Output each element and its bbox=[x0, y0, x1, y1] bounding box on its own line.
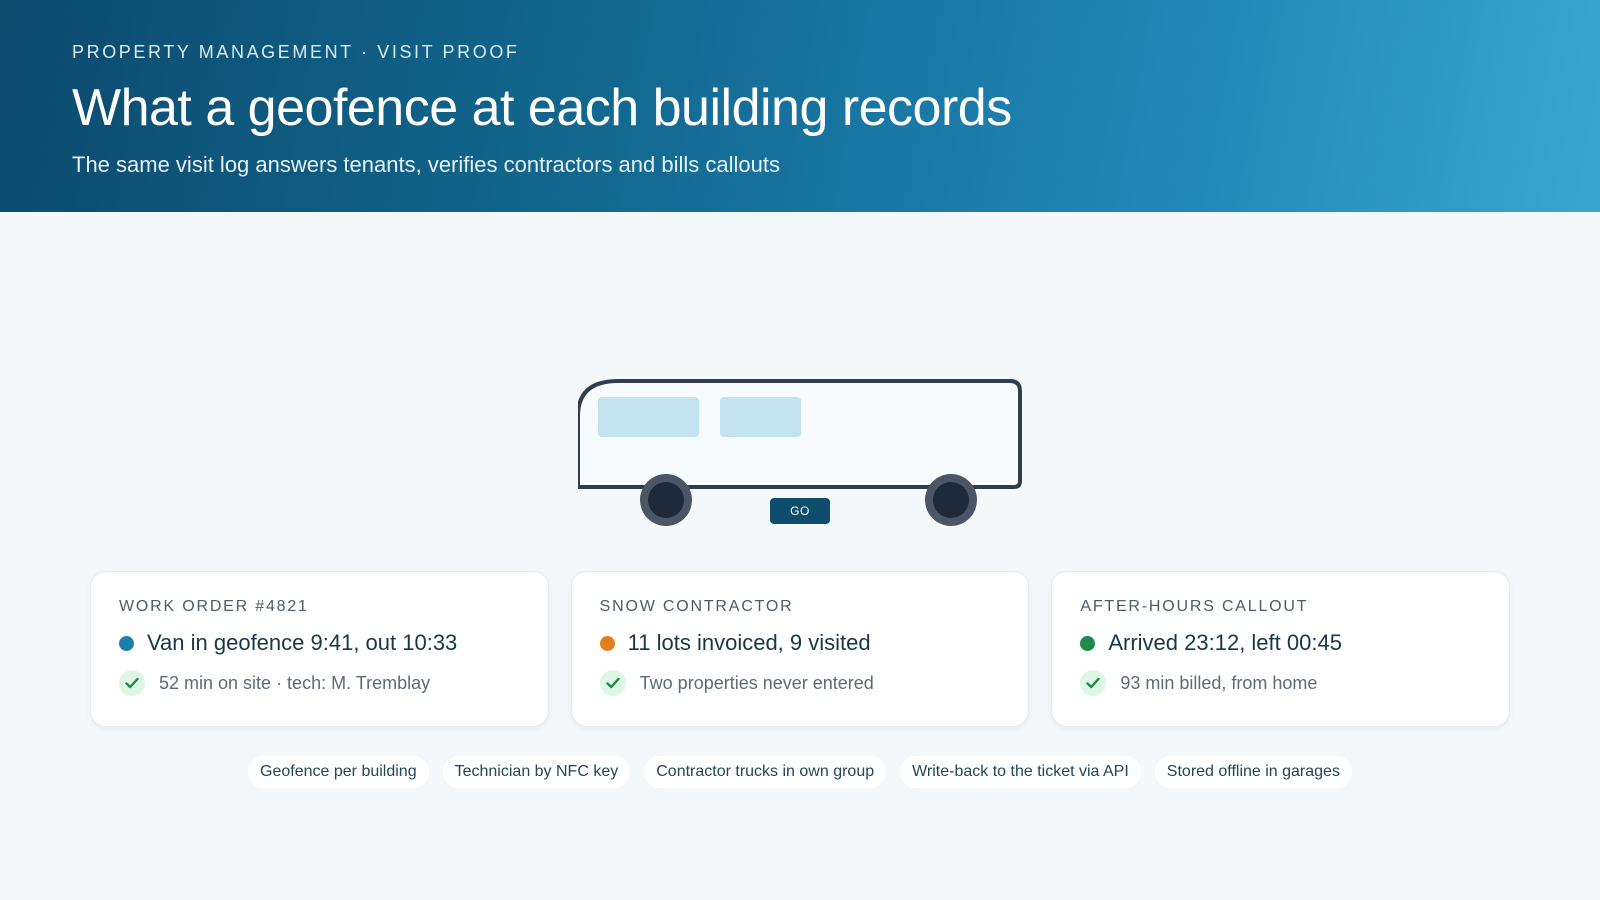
chip-offline: Stored offline in garages bbox=[1154, 756, 1352, 788]
card-after-hours: AFTER-HOURS CALLOUT Arrived 23:12, left … bbox=[1051, 571, 1511, 727]
card-headline: 11 lots invoiced, 9 visited bbox=[627, 630, 871, 655]
card-detail: Two properties never entered bbox=[639, 672, 874, 693]
chip-api-writeback: Write-back to the ticket via API bbox=[900, 756, 1141, 788]
status-dot bbox=[599, 635, 615, 651]
chip-geofence: Geofence per building bbox=[248, 756, 429, 788]
card-detail: 93 min billed, from home bbox=[1120, 672, 1318, 693]
card-detail: 52 min on site · tech: M. Tremblay bbox=[159, 672, 431, 693]
card-detail-row: 93 min billed, from home bbox=[1080, 670, 1481, 696]
card-headline: Van in geofence 9:41, out 10:33 bbox=[147, 630, 458, 655]
check-icon bbox=[1080, 670, 1107, 696]
card-detail-row: Two properties never entered bbox=[599, 670, 1001, 696]
status-dot bbox=[1080, 635, 1096, 651]
hero-header: PROPERTY MANAGEMENT · VISIT PROOF What a… bbox=[0, 0, 1600, 212]
go-button[interactable]: GO bbox=[770, 498, 830, 524]
card-work-order: WORK ORDER #4821 Van in geofence 9:41, o… bbox=[90, 571, 549, 727]
card-detail-row: 52 min on site · tech: M. Tremblay bbox=[119, 670, 520, 696]
chip-contractor-group: Contractor trucks in own group bbox=[644, 756, 887, 788]
van-illustration: GO bbox=[578, 378, 1028, 538]
feature-chips: Geofence per building Technician by NFC … bbox=[0, 756, 1600, 788]
card-snow-contractor: SNOW CONTRACTOR 11 lots invoiced, 9 visi… bbox=[570, 571, 1030, 727]
van-window-front bbox=[598, 397, 699, 437]
card-kicker: AFTER-HOURS CALLOUT bbox=[1080, 598, 1309, 615]
card-headline-row: Van in geofence 9:41, out 10:33 bbox=[119, 630, 520, 656]
check-icon bbox=[599, 670, 626, 696]
van-window-rear bbox=[720, 397, 801, 437]
card-headline-row: Arrived 23:12, left 00:45 bbox=[1080, 630, 1481, 656]
status-dot bbox=[119, 635, 134, 651]
card-headline: Arrived 23:12, left 00:45 bbox=[1108, 630, 1342, 655]
check-icon bbox=[119, 670, 145, 696]
card-kicker: SNOW CONTRACTOR bbox=[599, 598, 794, 615]
page-subtitle: The same visit log answers tenants, veri… bbox=[72, 152, 780, 177]
card-kicker: WORK ORDER #4821 bbox=[119, 598, 309, 615]
chip-nfc: Technician by NFC key bbox=[442, 756, 631, 788]
page-title: What a geofence at each building records bbox=[72, 79, 1012, 137]
card-headline-row: 11 lots invoiced, 9 visited bbox=[599, 630, 1001, 656]
eyebrow-label: PROPERTY MANAGEMENT · VISIT PROOF bbox=[72, 42, 520, 62]
visit-cards: WORK ORDER #4821 Van in geofence 9:41, o… bbox=[90, 571, 1511, 727]
